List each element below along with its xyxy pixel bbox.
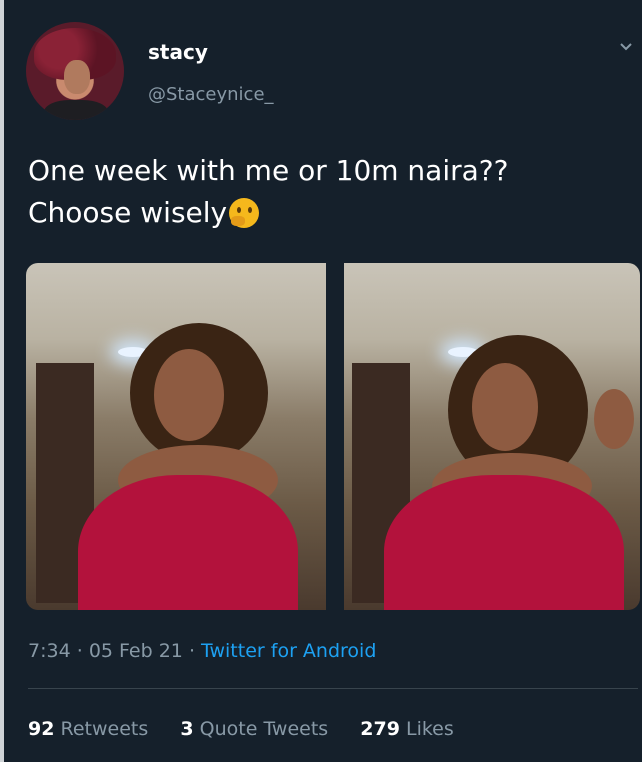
tweet-photo-1[interactable] <box>26 263 326 610</box>
likes-label[interactable]: Likes <box>406 718 454 740</box>
avatar-shoulder <box>44 100 108 120</box>
quote-tweets-label[interactable]: Quote Tweets <box>200 718 329 740</box>
tweet-stats: 92 Retweets 3 Quote Tweets 279 Likes <box>28 718 454 740</box>
photo-1-top <box>78 475 298 610</box>
retweets-label[interactable]: Retweets <box>61 718 149 740</box>
divider <box>28 688 638 689</box>
tweet-text-line2: Choose wisely <box>28 192 509 234</box>
meta-separator: · <box>188 640 195 662</box>
chevron-down-icon[interactable] <box>618 38 634 54</box>
photo-2-face <box>472 363 538 451</box>
photo-2-top <box>384 475 624 610</box>
likes-count[interactable]: 279 <box>360 718 400 740</box>
tweet-text: One week with me or 10m naira?? Choose w… <box>28 150 509 234</box>
tweet-meta: 7:34 · 05 Feb 21 · Twitter for Android <box>28 640 376 662</box>
display-name[interactable]: stacy <box>148 40 208 64</box>
quote-tweets-count[interactable]: 3 <box>180 718 193 740</box>
tweet-source-link[interactable]: Twitter for Android <box>201 640 376 662</box>
tweet-photo-2[interactable] <box>344 263 640 610</box>
meta-separator: · <box>76 640 83 662</box>
tweet-date[interactable]: 05 Feb 21 <box>89 640 183 662</box>
avatar-face <box>64 60 90 94</box>
tweet-time[interactable]: 7:34 <box>28 640 71 662</box>
avatar[interactable] <box>26 22 124 120</box>
user-handle[interactable]: @Staceynice_ <box>148 84 274 105</box>
photo-2-raised-hand <box>594 389 634 449</box>
tweet-text-line1: One week with me or 10m naira?? <box>28 154 509 187</box>
tweet-text-line2-words: Choose wisely <box>28 196 228 229</box>
photo-1-face <box>154 349 224 441</box>
retweets-count[interactable]: 92 <box>28 718 54 740</box>
thinking-face-icon <box>229 198 260 228</box>
